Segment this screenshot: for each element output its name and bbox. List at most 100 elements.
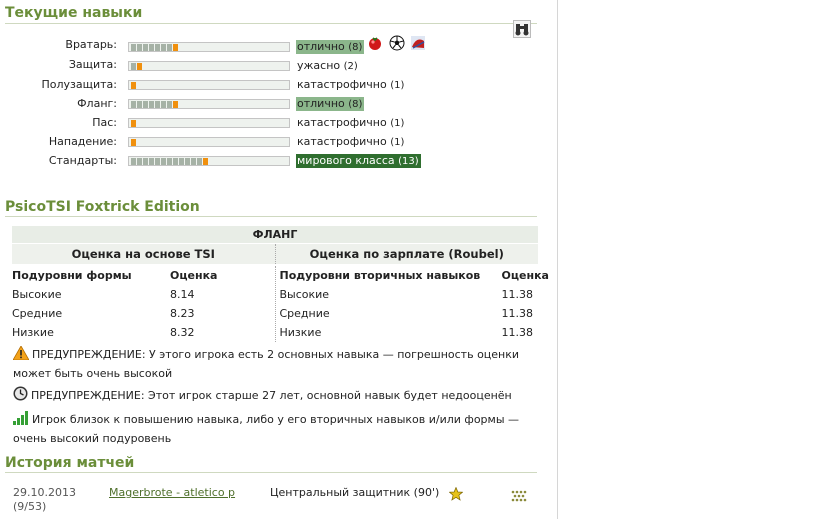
skill-value: ужасно (2) <box>297 59 358 72</box>
warning-text: ПРЕДУПРЕЖДЕНИЕ: У этого игрока есть 2 ос… <box>13 348 520 380</box>
skill-label: Полузащита: <box>41 78 118 91</box>
column-value-title: Оценка <box>501 269 549 282</box>
table-row: Средние 11.38 <box>276 304 539 323</box>
psicotsi-position: ФЛАНГ <box>12 226 538 243</box>
skills-section-title: Текущие навыки <box>5 5 143 21</box>
skill-bar-segment <box>173 158 178 165</box>
skill-bar <box>128 99 290 109</box>
skill-bar-segment <box>173 44 178 51</box>
star-icon <box>448 486 464 504</box>
skill-bar-segment <box>167 44 172 51</box>
skill-bar-segment <box>131 120 136 127</box>
section-divider <box>5 23 537 24</box>
skill-bar-segment <box>131 44 136 51</box>
player-panel: Текущие навыки Вратарь: отлично (8) Защи… <box>0 0 558 519</box>
skill-bar-segment <box>167 101 172 108</box>
skill-bar-segment <box>197 158 202 165</box>
skill-label: Пас: <box>92 116 117 129</box>
skill-value: мирового класса (13) <box>296 154 421 168</box>
row-label: Средние <box>279 307 330 320</box>
match-link[interactable]: Magerbrote - atletico p <box>109 486 235 500</box>
skill-bar-segment <box>155 101 160 108</box>
section-divider <box>5 216 537 217</box>
row-value: 11.38 <box>501 288 534 301</box>
row-value: 8.23 <box>170 307 195 320</box>
skill-bar-segment <box>131 82 136 89</box>
skill-bar-segment <box>137 158 142 165</box>
skill-bar-segment <box>149 158 154 165</box>
table-row: Средние 8.23 <box>12 304 275 323</box>
specialty-icons <box>367 35 428 51</box>
row-label: Средние <box>12 307 63 320</box>
skill-label: Вратарь: <box>65 38 117 51</box>
clock-icon <box>13 386 28 406</box>
skill-bar-segment <box>191 158 196 165</box>
warning-age: ПРЕДУПРЕЖДЕНИЕ: Этот игрок старше 27 лет… <box>13 386 533 406</box>
skill-bar-segment <box>161 44 166 51</box>
history-section-title: История матчей <box>5 455 135 471</box>
skill-bar-segment <box>143 101 148 108</box>
skill-bar-segment <box>137 44 142 51</box>
note-subskill: Игрок близок к повышению навыка, либо у … <box>13 411 533 447</box>
skill-bar-segment <box>155 44 160 51</box>
table-header-row: Подуровни вторичных навыков Оценка <box>276 266 549 285</box>
column-title: Подуровни вторичных навыков <box>279 269 481 282</box>
match-position: Центральный защитник (90') <box>270 486 440 499</box>
skill-label: Стандарты: <box>48 154 117 167</box>
tomato-icon <box>369 37 381 50</box>
warning-two-skills: ПРЕДУПРЕЖДЕНИЕ: У этого игрока есть 2 ос… <box>12 345 533 382</box>
skill-bar-segment <box>131 158 136 165</box>
column-value-title: Оценка <box>170 269 218 282</box>
table-row: Низкие 8.32 <box>12 323 275 342</box>
skill-bar-segment <box>131 63 136 70</box>
skill-label: Нападение: <box>48 135 117 148</box>
match-round: (9/53) <box>13 500 47 513</box>
psicotsi-subheaders: Оценка на основе TSI Оценка по зарплате … <box>12 243 538 264</box>
row-label: Высокие <box>279 288 330 301</box>
psicotsi-columns: Подуровни формы Оценка Высокие 8.14 Сред… <box>12 266 549 342</box>
table-row: Высокие 8.14 <box>12 285 275 304</box>
skill-bar-segment <box>203 158 208 165</box>
skill-bar-segment <box>143 158 148 165</box>
skill-bar <box>128 156 290 166</box>
row-value: 11.38 <box>501 326 534 339</box>
row-value: 11.38 <box>501 307 534 320</box>
match-date: 29.10.2013 <box>13 486 76 499</box>
row-label: Низкие <box>279 326 322 339</box>
skill-bar-segment <box>149 44 154 51</box>
binoculars-icon[interactable] <box>513 20 531 38</box>
skill-bar-segment <box>155 158 160 165</box>
skill-bar-segment <box>173 101 178 108</box>
skill-bar <box>128 42 290 52</box>
skill-bar-segment <box>137 101 142 108</box>
salary-column: Подуровни вторичных навыков Оценка Высок… <box>276 266 549 342</box>
skill-value: отлично (8) <box>296 40 365 54</box>
section-divider <box>5 472 537 473</box>
column-title: Подуровни формы <box>12 269 132 282</box>
table-row: Низкие 11.38 <box>276 323 539 342</box>
skill-value: катастрофично (1) <box>297 78 405 91</box>
row-label: Высокие <box>12 288 62 301</box>
skill-bar-segment <box>185 158 190 165</box>
salary-header: Оценка по зарплате (Roubel) <box>309 247 504 261</box>
skill-bar-segment <box>131 101 136 108</box>
tsi-header: Оценка на основе TSI <box>12 244 276 264</box>
signal-bars-icon <box>13 411 29 430</box>
skill-value: катастрофично (1) <box>297 135 405 148</box>
skill-bar-segment <box>131 139 136 146</box>
table-row: Высокие 11.38 <box>276 285 539 304</box>
speed-icon <box>411 36 425 50</box>
skill-label: Защита: <box>68 58 117 71</box>
row-label: Низкие <box>12 326 54 339</box>
skill-bar <box>128 80 290 90</box>
skill-bar-segment <box>143 44 148 51</box>
skill-label: Фланг: <box>77 97 117 110</box>
skill-bar <box>128 61 290 71</box>
formation-icon[interactable] <box>511 490 527 505</box>
skill-value: катастрофично (1) <box>297 116 405 129</box>
tsi-column: Подуровни формы Оценка Высокие 8.14 Сред… <box>12 266 276 342</box>
warning-icon <box>12 345 30 365</box>
skill-bar-segment <box>161 101 166 108</box>
psico-section-title: PsicoTSI Foxtrick Edition <box>5 199 200 215</box>
skill-bar-segment <box>137 63 142 70</box>
